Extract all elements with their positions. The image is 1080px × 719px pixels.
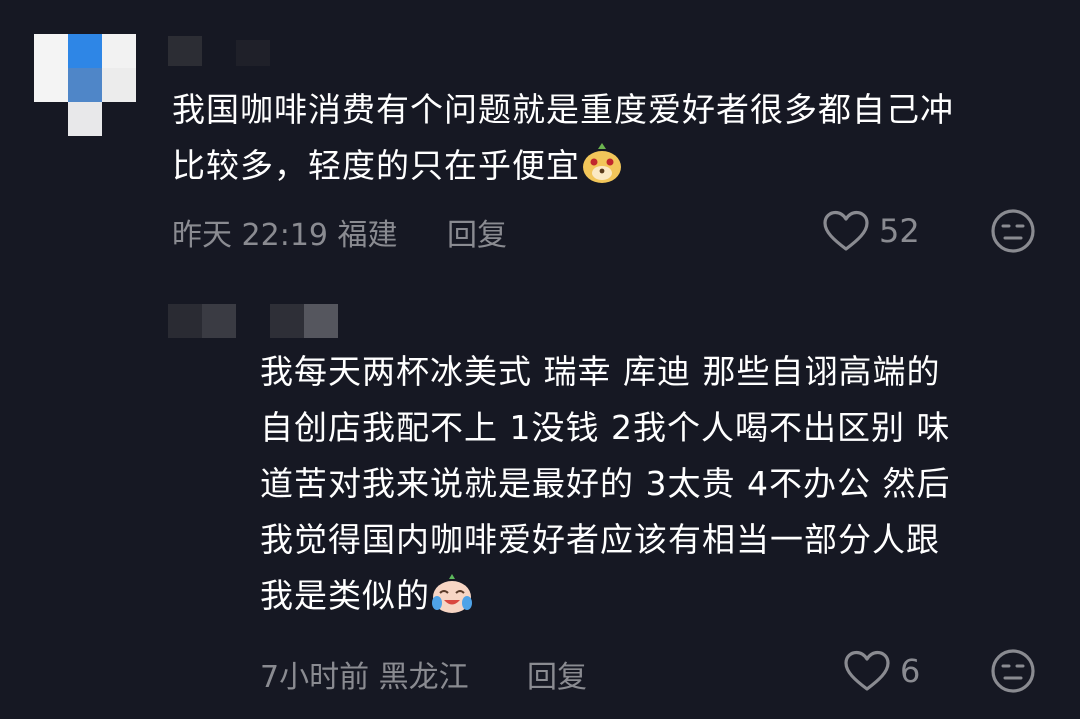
avatar[interactable] bbox=[34, 34, 136, 136]
reply-line: 自创店我配不上 1没钱 2我个人喝不出区别 味 bbox=[260, 408, 951, 447]
like-count: 52 bbox=[879, 212, 920, 250]
comment-line: 我国咖啡消费有个问题就是重度爱好者很多都自己冲 bbox=[172, 90, 954, 129]
heart-icon[interactable] bbox=[843, 650, 891, 692]
laugh-cry-emoji-icon bbox=[430, 571, 474, 615]
reply-button[interactable]: 回复 bbox=[447, 210, 507, 254]
timestamp: 昨天 22:19 bbox=[172, 218, 328, 253]
doge-emoji-icon bbox=[580, 141, 624, 185]
reply-text: 我每天两杯冰美式 瑞幸 库迪 那些自诩高端的 自创店我配不上 1没钱 2我个人喝… bbox=[260, 344, 1060, 624]
reply-line: 我是类似的 bbox=[260, 576, 430, 615]
reply-line: 我每天两杯冰美式 瑞幸 库迪 那些自诩高端的 bbox=[260, 352, 941, 391]
comment-text: 我国咖啡消费有个问题就是重度爱好者很多都自己冲 比较多，轻度的只在乎便宜 bbox=[172, 82, 1052, 194]
reply-line: 我觉得国内咖啡爱好者应该有相当一部分人跟 bbox=[260, 520, 940, 559]
like-count: 6 bbox=[900, 652, 921, 690]
dislike-icon[interactable] bbox=[990, 208, 1036, 254]
heart-icon[interactable] bbox=[822, 210, 870, 252]
comment-meta: 昨天 22:19 福建 bbox=[172, 210, 398, 254]
timestamp: 7小时前 bbox=[260, 660, 370, 695]
reply-username[interactable] bbox=[168, 304, 338, 338]
reply-meta: 7小时前 黑龙江 bbox=[260, 652, 469, 696]
username[interactable] bbox=[168, 36, 270, 66]
comment-line: 比较多，轻度的只在乎便宜 bbox=[172, 146, 580, 185]
reply-line: 道苦对我来说就是最好的 3太贵 4不办公 然后 bbox=[260, 464, 951, 503]
dislike-icon[interactable] bbox=[990, 648, 1036, 694]
location: 黑龙江 bbox=[378, 660, 469, 695]
location: 福建 bbox=[337, 218, 398, 253]
reply-button[interactable]: 回复 bbox=[527, 652, 587, 696]
